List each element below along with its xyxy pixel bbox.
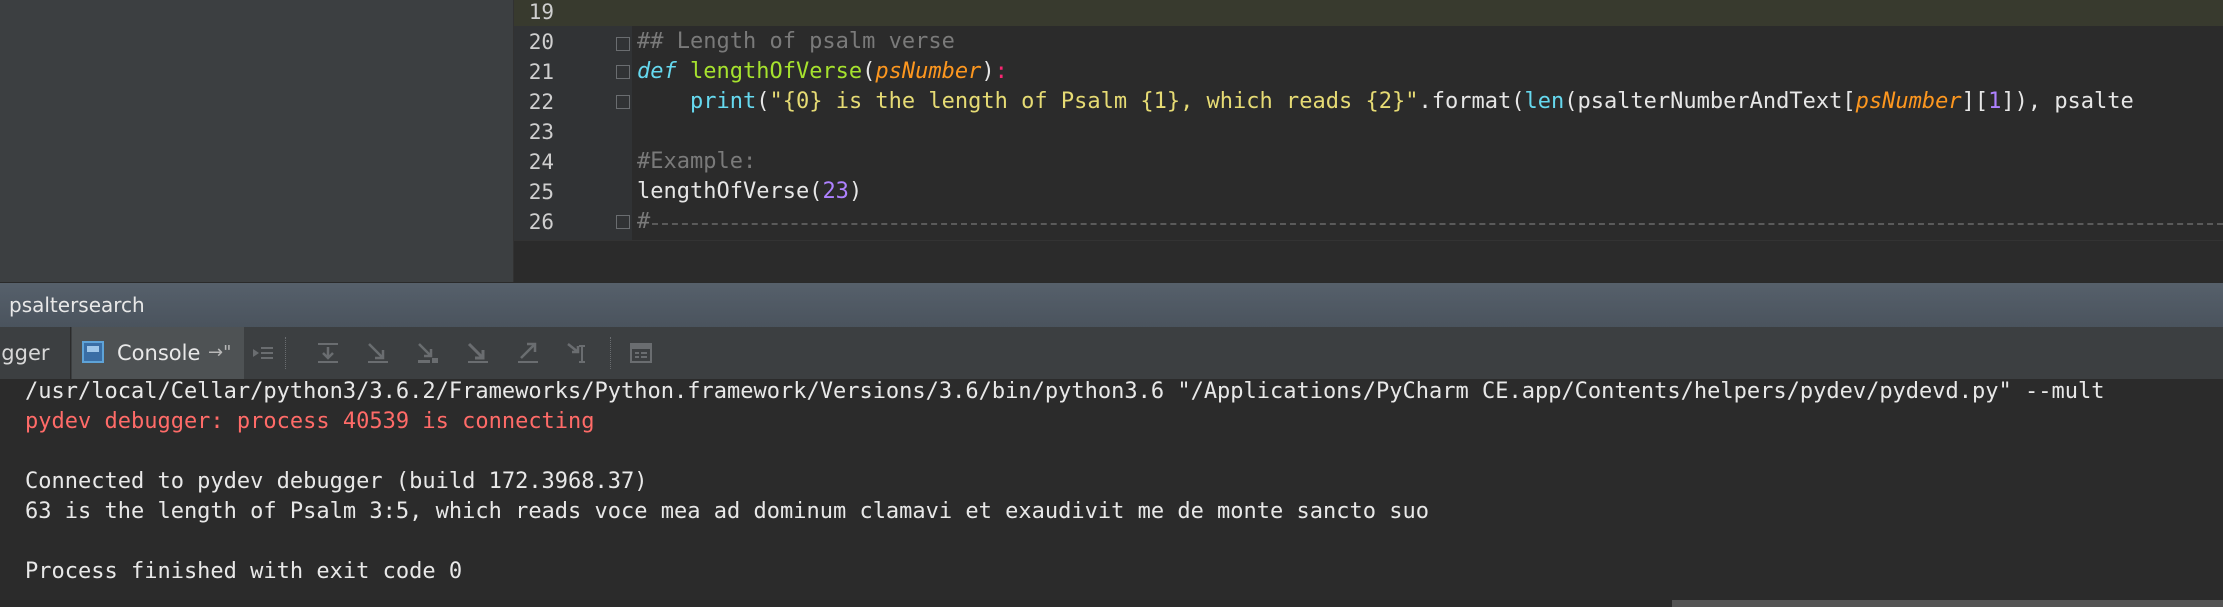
code-token: lengthOfVerse (689, 59, 863, 84)
run-to-cursor-icon[interactable] (565, 340, 591, 366)
restore-layout-icon[interactable]: →" (208, 327, 231, 379)
code-line[interactable]: def lengthOfVerse(psNumber): (637, 57, 1008, 87)
code-line[interactable]: # (637, 207, 650, 237)
code-line[interactable]: ## Length of psalm verse (637, 27, 955, 57)
tab-console[interactable]: Console →" (72, 327, 244, 379)
tab-debugger[interactable]: ugger (0, 327, 71, 379)
code-token: lengthOfVerse( (637, 179, 823, 204)
step-into-my-code-icon[interactable] (415, 340, 441, 366)
tab-console-label: Console (117, 341, 201, 365)
code-token: ## Length of psalm verse (637, 29, 955, 54)
code-token: ( (862, 59, 876, 84)
code-line[interactable]: #Example: (637, 147, 756, 177)
line-number: 22 (528, 90, 554, 114)
fold-icon[interactable] (616, 65, 630, 79)
line-number: 23 (528, 120, 554, 144)
code-token: ][ (1961, 89, 1989, 114)
line-number: 19 (528, 0, 554, 24)
fold-icon[interactable] (616, 37, 630, 51)
tab-debugger-label: ugger (0, 341, 50, 365)
console-line: pydev debugger: process 40539 is connect… (25, 409, 595, 434)
code-token: 23 (822, 179, 849, 204)
code-token: ]), (2001, 89, 2055, 114)
fold-icon[interactable] (616, 95, 630, 109)
console-icon (82, 341, 104, 363)
code-token: #Example: (637, 149, 757, 174)
line-number: 20 (528, 30, 554, 54)
console-output[interactable]: /usr/local/Cellar/python3/3.6.2/Framewor… (0, 379, 2223, 607)
code-line[interactable]: print("{0} is the length of Psalm {1}, w… (637, 87, 2134, 117)
editor-bottom-area (514, 240, 2223, 283)
code-token: 1 (1988, 89, 2002, 114)
debug-toolbar: ugger Console →" (0, 327, 2223, 380)
code-line[interactable]: lengthOfVerse(23) (637, 177, 862, 207)
code-token: psalte (2054, 89, 2134, 114)
line-number: 21 (528, 60, 554, 84)
show-execution-point-icon[interactable] (250, 340, 276, 366)
code-token: : (994, 59, 1008, 84)
step-out-icon[interactable] (515, 340, 541, 366)
code-token: print (637, 89, 757, 114)
code-token: .format( (1418, 89, 1525, 114)
code-token: (psalterNumberAndText[ (1564, 89, 1856, 114)
line-number: 24 (528, 150, 554, 174)
separator-comment-line (652, 223, 2223, 225)
code-token: "{0} is the length of Psalm {1}, which r… (769, 89, 1419, 114)
code-token: ) (848, 179, 863, 204)
line-number: 26 (528, 210, 554, 234)
horizontal-scrollbar[interactable] (1672, 600, 2223, 607)
fold-icon[interactable] (616, 215, 630, 229)
toolbar-separator (285, 337, 286, 369)
code-token: def (637, 59, 690, 84)
console-line: Process finished with exit code 0 (25, 559, 463, 584)
code-token: psNumber (1855, 89, 1962, 114)
code-token: psNumber (875, 59, 982, 84)
code-token: # (637, 209, 651, 234)
console-line: 63 is the length of Psalm 3:5, which rea… (25, 499, 1429, 524)
current-line-highlight (514, 0, 2223, 26)
line-number: 25 (528, 180, 554, 204)
run-window-header[interactable]: psaltersearch (0, 282, 2223, 329)
code-token: len (1524, 89, 1565, 114)
code-token: ) (981, 59, 995, 84)
step-into-icon[interactable] (365, 340, 391, 366)
step-over-icon[interactable] (315, 340, 341, 366)
run-config-title: psaltersearch (9, 293, 145, 317)
force-step-into-icon[interactable] (465, 340, 491, 366)
console-line: /usr/local/Cellar/python3/3.6.2/Framewor… (25, 379, 2105, 404)
code-token: ( (756, 89, 770, 114)
code-editor[interactable]: 19 20 21 22 23 24 25 26 ## Length of psalm vers… (0, 0, 2223, 283)
console-line: Connected to pydev debugger (build 172.3… (25, 469, 648, 494)
evaluate-expression-icon[interactable] (628, 340, 654, 366)
toolbar-separator (610, 337, 611, 369)
project-panel (0, 0, 514, 282)
